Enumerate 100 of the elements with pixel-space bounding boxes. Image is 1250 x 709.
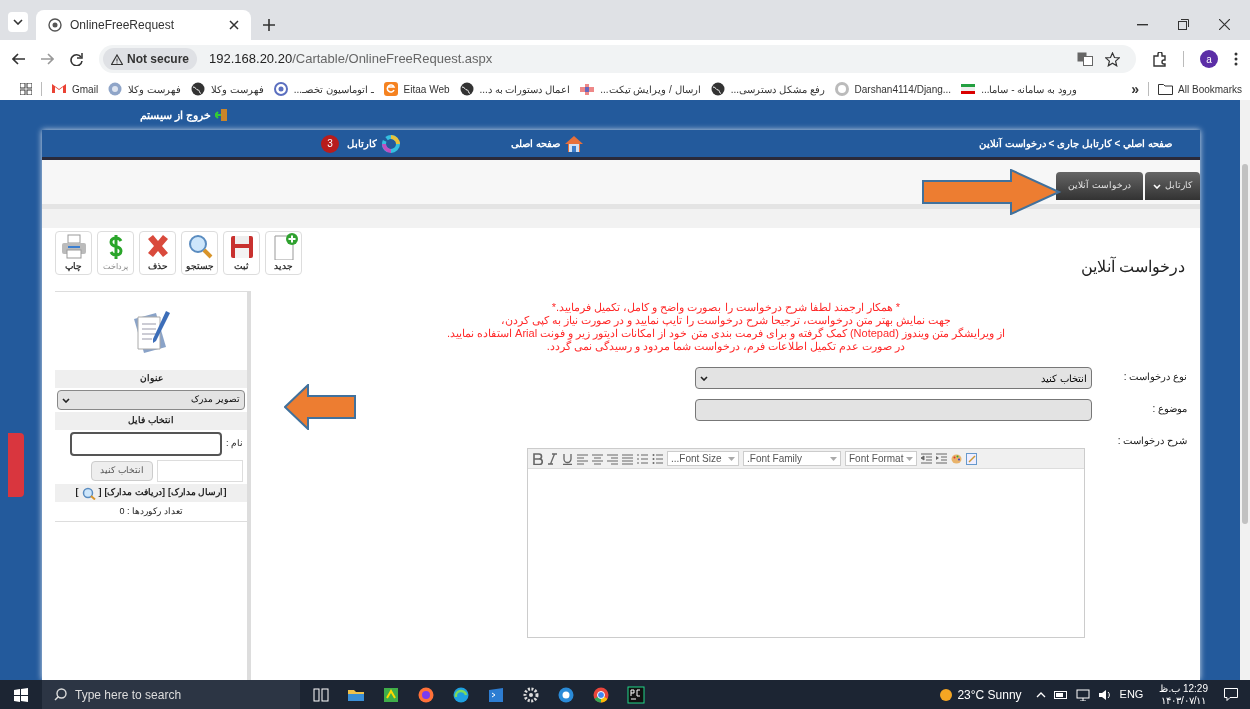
close-icon[interactable] <box>1219 19 1230 30</box>
underline-icon[interactable] <box>562 452 573 465</box>
field-label: شرح درخواست : <box>1116 434 1187 448</box>
editor-dropdown[interactable]: Font Format <box>845 451 917 466</box>
folder-icon <box>1158 83 1174 95</box>
rich-text-editor[interactable]: ...Font Size .Font Family Font Format <box>527 448 1085 638</box>
tab-title: OnlineFreeRequest <box>70 17 176 34</box>
toolbar-button[interactable]: جستجو <box>181 231 218 275</box>
gear-icon[interactable] <box>522 685 540 704</box>
logout-link[interactable]: خروج از سیستم <box>140 106 230 124</box>
bookmark[interactable]: اعمال دستورات به د... <box>458 81 571 97</box>
file-name-field[interactable] <box>157 460 243 482</box>
scrollbar[interactable] <box>1240 100 1250 680</box>
battery-icon[interactable] <box>1053 690 1068 699</box>
pointing-arrow <box>284 384 356 430</box>
puzzle-icon <box>579 81 596 97</box>
toolbar-button[interactable]: جدید <box>265 231 302 275</box>
toolbar-button[interactable]: ثبت <box>223 231 260 275</box>
tab-list-button[interactable] <box>8 12 28 32</box>
menu-tab[interactable]: درخواست آنلاین <box>1056 172 1143 200</box>
search-icon[interactable] <box>81 486 96 500</box>
bookmark[interactable]: فهرست وکلا <box>107 81 181 97</box>
globe-icon <box>709 81 726 97</box>
star-icon[interactable] <box>1105 51 1120 67</box>
forward-icon[interactable] <box>41 53 54 65</box>
bold-icon[interactable] <box>532 452 543 465</box>
editor-dropdown[interactable]: .Font Family <box>743 451 841 466</box>
exit-door-icon <box>215 108 230 122</box>
field-label: موضوع : <box>1151 402 1187 416</box>
all-bookmarks-button[interactable]: All Bookmarks <box>1158 81 1242 97</box>
weather-widget[interactable]: 23°C Sunny <box>939 685 1022 704</box>
url-text[interactable]: 192.168.20.20/Cartable/OnlineFreeRequest.aspx <box>209 49 493 69</box>
bookmark[interactable]: Eitaa Web <box>382 81 450 97</box>
minimize-icon[interactable] <box>1137 23 1148 26</box>
profile-avatar[interactable]: a <box>1200 50 1218 68</box>
terminal-icon[interactable] <box>487 685 505 704</box>
restore-icon[interactable] <box>1178 19 1189 30</box>
chat-logo-icon <box>382 81 399 97</box>
bookmark[interactable]: فهرست وکلا <box>189 81 264 97</box>
plus-icon[interactable] <box>263 19 275 31</box>
reload-icon[interactable] <box>70 52 83 66</box>
chevron-down-icon <box>13 19 23 25</box>
bookmark[interactable]: Darshan4114/Djang... <box>833 81 952 97</box>
browser-tab[interactable]: OnlineFreeRequest <box>36 10 251 40</box>
notification-icon[interactable] <box>1224 688 1238 701</box>
bookmark[interactable]: رفع مشکل دسترسی... <box>709 81 825 97</box>
speaker-icon[interactable] <box>1097 688 1112 701</box>
security-label: Not secure <box>127 51 190 68</box>
send-documents-link[interactable]: [ارسال مدارک] <box>168 486 227 500</box>
italic-icon[interactable] <box>547 452 558 465</box>
nav-link[interactable]: صفحه اصلی <box>511 134 584 153</box>
network-icon[interactable] <box>1075 688 1090 701</box>
bookmark[interactable]: ارسال / ویرایش تیکت... <box>579 81 701 97</box>
windows-start-icon[interactable] <box>14 687 28 702</box>
document-type-dropdown[interactable]: تصویر مدرک <box>57 390 245 410</box>
flag-icon <box>960 81 977 97</box>
back-icon[interactable] <box>12 53 25 65</box>
bookmark[interactable]: ورود به سامانه - ساما... <box>960 81 1077 97</box>
page-heading: درخواست آنلاین <box>1079 255 1185 278</box>
security-chip[interactable]: Not secure <box>103 48 198 70</box>
chevron-up-icon[interactable] <box>1035 691 1046 698</box>
clock[interactable]: 12:29 ب.ظ ۱۴۰۳/۰۷/۱۱ <box>1159 682 1208 707</box>
taskbar-search[interactable]: Type here to search <box>42 680 300 709</box>
notification-badge: 3 <box>321 134 340 153</box>
house-icon <box>563 134 584 153</box>
editor-dropdown[interactable]: ...Font Size <box>667 451 739 466</box>
edit-source-icon[interactable] <box>966 452 977 465</box>
indent-icon[interactable] <box>936 452 947 465</box>
toolbar-button[interactable]: چاپ <box>55 231 92 275</box>
bookmark[interactable]: Gmail <box>51 81 99 97</box>
bullet-list-icon[interactable] <box>652 452 663 465</box>
apps-grid-icon[interactable] <box>20 83 32 95</box>
chrome-icon[interactable] <box>592 685 610 704</box>
palette-icon[interactable] <box>951 452 962 465</box>
ide-icon[interactable] <box>627 685 645 704</box>
menu-icon[interactable] <box>1234 52 1238 66</box>
field-label: نام : <box>226 437 243 451</box>
menu-tab[interactable]: کارتابل <box>1145 172 1200 200</box>
close-icon[interactable] <box>229 20 239 30</box>
app-icon[interactable] <box>382 685 400 704</box>
bookmark[interactable]: ـ اتوماسیون تخصـ... <box>272 81 374 97</box>
task-view-icon[interactable] <box>312 685 330 704</box>
circular-arrows-icon <box>381 133 402 154</box>
chevron-down-icon <box>1153 183 1161 189</box>
choose-file-button[interactable]: انتخاب کنید <box>91 461 153 481</box>
breadcrumb[interactable]: صفحه اصلي > کارتابل جاری > درخواست آنلاین <box>978 136 1172 151</box>
record-count: تعداد رکوردها : 0 <box>55 502 247 522</box>
language-indicator[interactable]: ENG <box>1119 686 1144 703</box>
request-type-dropdown[interactable]: انتخاب کنید <box>695 367 1092 389</box>
seal-icon <box>107 81 124 97</box>
name-field[interactable] <box>70 432 222 456</box>
more-bookmarks-button[interactable]: » <box>1131 78 1140 100</box>
receive-documents-link[interactable]: [دریافت مدارک] <box>104 486 165 500</box>
translate-icon[interactable] <box>1077 52 1093 66</box>
toolbar-button[interactable]: حذف <box>139 231 176 275</box>
subject-field[interactable] <box>695 399 1092 421</box>
outdent-icon[interactable] <box>921 452 932 465</box>
extensions-icon[interactable] <box>1152 51 1167 67</box>
chevron-down-icon <box>62 397 70 403</box>
edge-browser-icon[interactable] <box>452 685 470 704</box>
